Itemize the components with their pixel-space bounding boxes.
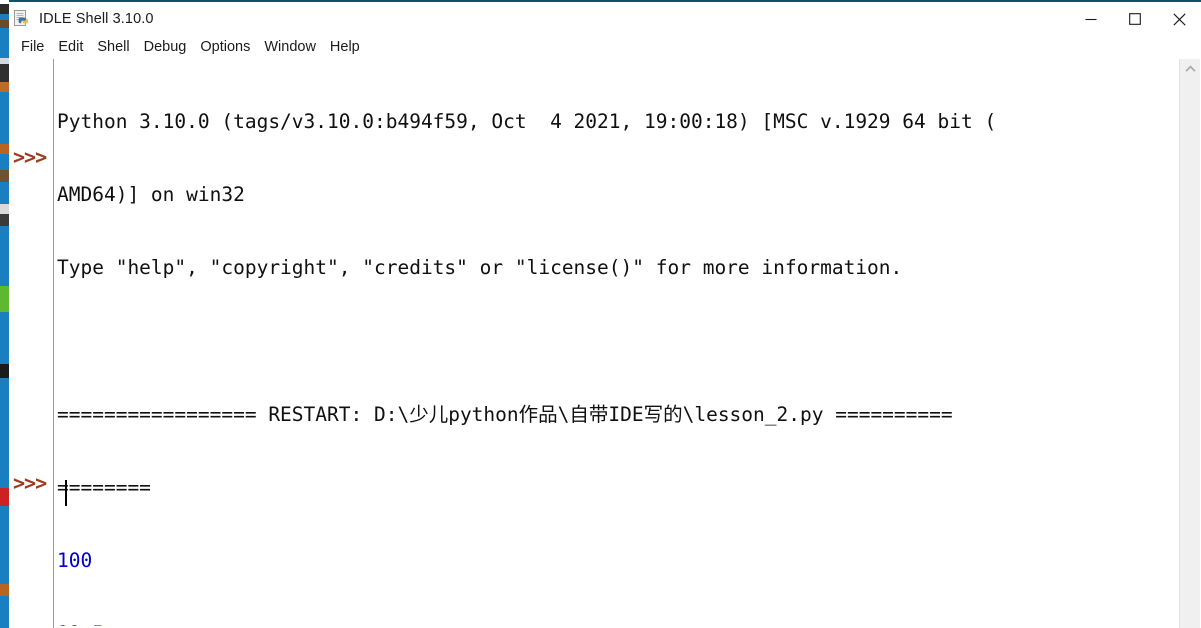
console-line: AMD64)] on win32 xyxy=(57,183,245,207)
python-document-icon xyxy=(13,10,31,28)
scroll-up-arrow-icon[interactable] xyxy=(1180,59,1201,79)
shell-text-area[interactable]: >>> >>> Python 3.10.0 (tags/v3.10.0:b494… xyxy=(9,59,1201,628)
prompt-marker: >>> xyxy=(13,471,47,495)
text-caret xyxy=(65,480,67,506)
background-strip-segment xyxy=(0,488,9,506)
background-window-strip[interactable] xyxy=(0,0,9,628)
title-bar[interactable]: IDLE Shell 3.10.0 xyxy=(9,2,1201,36)
menu-item-options[interactable]: Options xyxy=(193,38,257,57)
gutter-separator xyxy=(53,59,54,628)
background-strip-segment xyxy=(0,4,9,14)
console-line-output: 100 xyxy=(57,549,93,573)
background-strip-segment xyxy=(0,596,9,628)
background-strip-segment xyxy=(0,28,9,58)
window-controls xyxy=(1069,2,1201,36)
background-strip-segment xyxy=(0,170,9,182)
menu-item-edit[interactable]: Edit xyxy=(51,38,90,57)
menu-bar: File Edit Shell Debug Options Window Hel… xyxy=(9,36,1201,59)
console-line: Type "help", "copyright", "credits" or "… xyxy=(57,256,903,280)
menu-item-window[interactable]: Window xyxy=(257,38,323,57)
background-strip-segment xyxy=(0,214,9,226)
menu-item-file[interactable]: File xyxy=(14,38,51,57)
window-title: IDLE Shell 3.10.0 xyxy=(39,11,154,27)
idle-shell-window: IDLE Shell 3.10.0 File Edit Shell Debug … xyxy=(0,0,1201,628)
vertical-scrollbar[interactable] xyxy=(1179,59,1201,628)
menu-item-shell[interactable]: Shell xyxy=(90,38,136,57)
console-line-restart: ======== xyxy=(57,475,151,499)
background-strip-segment xyxy=(0,144,9,154)
background-strip-segment xyxy=(0,82,9,92)
background-strip-segment xyxy=(0,364,9,378)
background-strip-segment xyxy=(0,182,9,204)
prompt-gutter: >>> >>> xyxy=(9,59,50,628)
menu-item-debug[interactable]: Debug xyxy=(137,38,194,57)
background-strip-segment xyxy=(0,92,9,144)
background-strip-segment xyxy=(0,312,9,364)
background-strip-segment xyxy=(0,20,9,28)
minimize-button[interactable] xyxy=(1069,2,1113,36)
console-line-restart: ================= RESTART: D:\少儿python作品… xyxy=(57,402,953,426)
background-strip-segment xyxy=(0,226,9,286)
background-strip-segment xyxy=(0,64,9,82)
background-strip-segment xyxy=(0,286,9,312)
background-strip-segment xyxy=(0,584,9,596)
background-strip-segment xyxy=(0,506,9,584)
shell-output[interactable]: Python 3.10.0 (tags/v3.10.0:b494f59, Oct… xyxy=(57,61,1179,626)
background-strip-segment xyxy=(0,204,9,214)
console-line-output: 99.5 xyxy=(57,622,1179,626)
background-strip-segment xyxy=(0,378,9,488)
console-line: Python 3.10.0 (tags/v3.10.0:b494f59, Oct… xyxy=(57,109,997,133)
maximize-button[interactable] xyxy=(1113,2,1157,36)
close-button[interactable] xyxy=(1157,2,1201,36)
prompt-marker: >>> xyxy=(13,145,47,169)
background-strip-segment xyxy=(0,154,9,170)
menu-item-help[interactable]: Help xyxy=(323,38,367,57)
